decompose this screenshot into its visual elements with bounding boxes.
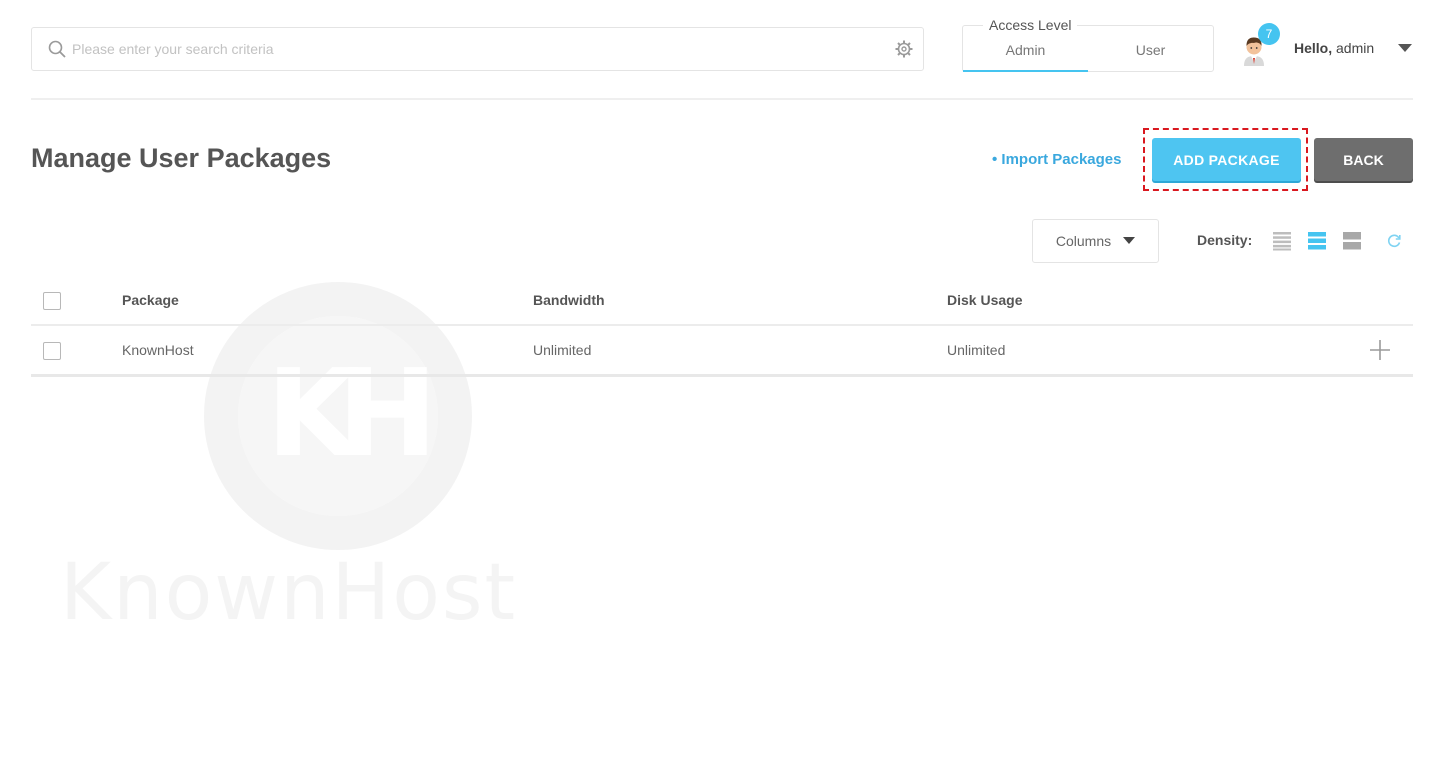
tab-user[interactable]: User	[1088, 40, 1213, 72]
access-level-tabs: Admin User	[963, 40, 1213, 72]
plus-icon[interactable]	[1368, 338, 1392, 362]
greeting-label: Hello,	[1294, 40, 1333, 56]
access-level-title: Access Level	[983, 17, 1078, 33]
row-checkbox[interactable]	[43, 342, 61, 360]
columns-dropdown[interactable]: Columns	[1032, 219, 1159, 263]
user-greeting[interactable]: Hello, admin	[1294, 40, 1374, 56]
watermark-text: KnownHost	[60, 548, 518, 638]
cell-disk-usage: Unlimited	[947, 342, 1006, 358]
density-label: Density:	[1197, 232, 1253, 248]
column-header-disk-usage[interactable]: Disk Usage	[947, 292, 1022, 308]
column-header-bandwidth[interactable]: Bandwidth	[533, 292, 605, 308]
density-standard-icon[interactable]	[1307, 231, 1327, 251]
access-level-switch: Access Level Admin User	[962, 17, 1214, 72]
column-header-package[interactable]: Package	[122, 292, 179, 308]
columns-label: Columns	[1055, 233, 1112, 249]
add-package-button[interactable]: ADD PACKAGE	[1152, 138, 1301, 181]
density-compact-icon[interactable]	[1272, 231, 1292, 251]
notification-badge[interactable]: 7	[1258, 23, 1280, 45]
table-row[interactable]: KnownHost Unlimited Unlimited	[31, 326, 1413, 377]
gear-icon[interactable]	[895, 40, 913, 58]
tab-admin[interactable]: Admin	[963, 40, 1088, 72]
refresh-icon[interactable]	[1386, 233, 1402, 249]
search-icon	[48, 40, 66, 58]
back-button[interactable]: BACK	[1314, 138, 1413, 181]
import-packages-link[interactable]: • Import Packages	[992, 151, 1121, 168]
user-name: admin	[1336, 40, 1375, 56]
cell-package: KnownHost	[122, 342, 194, 358]
search-input[interactable]	[66, 41, 895, 57]
table-header-row: Package Bandwidth Disk Usage	[31, 276, 1413, 326]
page-title: Manage User Packages	[31, 143, 332, 173]
density-comfortable-icon[interactable]	[1342, 231, 1362, 251]
cell-bandwidth: Unlimited	[533, 342, 592, 358]
caret-down-icon[interactable]	[1398, 44, 1412, 53]
select-all-checkbox[interactable]	[43, 292, 61, 310]
packages-table: Package Bandwidth Disk Usage KnownHost U…	[31, 276, 1413, 377]
header-divider	[31, 98, 1413, 100]
caret-down-icon	[1123, 237, 1136, 245]
search-bar[interactable]	[31, 27, 924, 71]
